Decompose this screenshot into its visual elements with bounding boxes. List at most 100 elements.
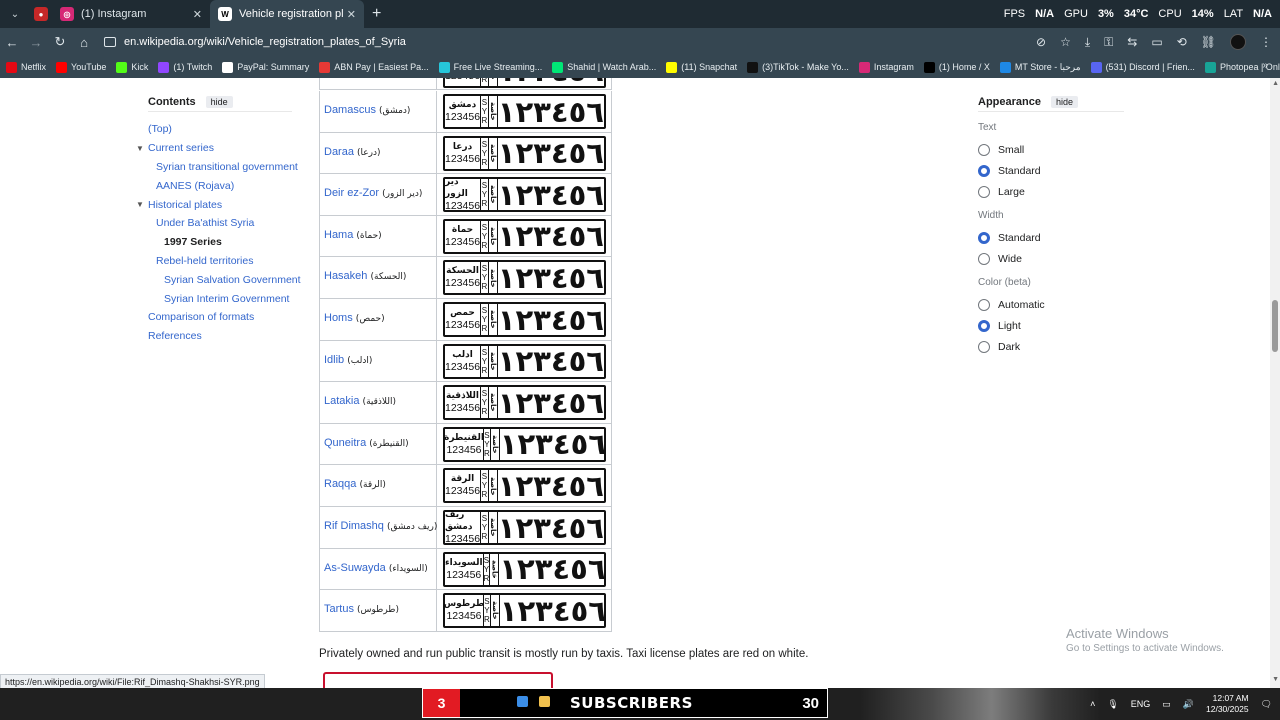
reload-icon[interactable]: ↻	[48, 34, 72, 50]
bookmark-item[interactable]: Instagram	[858, 61, 914, 73]
close-tab-icon[interactable]: ✕	[347, 8, 356, 21]
site-info-icon[interactable]	[104, 37, 116, 47]
governorate-link[interactable]: Tartus	[324, 603, 354, 615]
radio-button[interactable]	[978, 319, 990, 332]
start-icon[interactable]	[517, 696, 528, 707]
extension-icon[interactable]: ⚿	[1104, 35, 1113, 50]
scroll-up-icon[interactable]: ▲	[1272, 80, 1279, 87]
toc-item[interactable]: (Top)	[148, 120, 298, 139]
url-field[interactable]: en.wikipedia.org/wiki/Vehicle_registrati…	[104, 36, 406, 48]
toc-hide-button[interactable]: hide	[205, 96, 233, 108]
radio-option[interactable]: Light	[978, 315, 1124, 336]
radio-option[interactable]: Standard	[978, 227, 1124, 248]
scrollbar-thumb[interactable]	[1272, 300, 1278, 352]
toc-item[interactable]: 1997 Series	[148, 233, 298, 252]
license-plate-image[interactable]: حماة 123456 S Y R خاصة ١٢٣٤٥٦	[443, 218, 606, 254]
scroll-down-icon[interactable]: ▼	[1272, 676, 1279, 683]
bookmark-item[interactable]: Photopea | Online P...	[1204, 61, 1280, 73]
translate-icon[interactable]: ⇆	[1127, 35, 1137, 49]
scrollbar[interactable]	[1270, 78, 1280, 688]
bookmark-item[interactable]: YouTube	[56, 61, 106, 73]
radio-option[interactable]: Large	[978, 181, 1124, 202]
bookmark-item[interactable]: MT Store - مرحبا	[999, 61, 1081, 73]
profile-avatar[interactable]	[1230, 34, 1246, 50]
microphone-icon[interactable]: 🎙	[1107, 699, 1118, 710]
link-icon[interactable]: ⛓	[1201, 35, 1216, 49]
license-plate-image[interactable]: حمص 123456 S Y R خاصة ١٢٣٤٥٦	[443, 302, 606, 337]
radio-option[interactable]: Small	[978, 139, 1124, 160]
tab-search-chevron-icon[interactable]: ⌄	[4, 3, 26, 25]
file-explorer-icon[interactable]	[539, 696, 550, 707]
network-icon[interactable]: ▭	[1162, 699, 1171, 710]
close-tab-icon[interactable]: ✕	[193, 8, 202, 21]
radio-button[interactable]	[978, 164, 990, 177]
governorate-link[interactable]: Hasakeh	[324, 270, 367, 282]
toc-item[interactable]: ▼ Historical plates	[136, 195, 298, 214]
license-plate-image[interactable]: دمشق123456SYRخاصة١٢٣٤٥٦	[443, 94, 606, 129]
governorate-link[interactable]: Rif Dimashq	[324, 520, 384, 532]
more-bookmarks-icon[interactable]: »	[1262, 60, 1268, 71]
clock[interactable]: 12:07 AM 12/30/2025	[1206, 693, 1249, 715]
toc-item[interactable]: Rebel-held territories	[148, 252, 298, 271]
history-icon[interactable]: ⟲	[1177, 35, 1187, 49]
radio-option[interactable]: Dark	[978, 336, 1124, 357]
menu-icon[interactable]: ⋮	[1260, 35, 1272, 49]
chevron-down-icon[interactable]: ▼	[136, 144, 144, 153]
new-tab-icon[interactable]: +	[372, 5, 381, 23]
license-plate-image[interactable]: السويداء 123456 S Y R خاصة ١٢٣٤٥٦	[443, 551, 606, 587]
radio-button[interactable]	[978, 298, 990, 311]
governorate-link[interactable]: Homs	[324, 312, 353, 324]
forward-icon[interactable]: →	[24, 35, 48, 50]
governorate-link[interactable]: Raqqa	[324, 478, 356, 490]
bookmark-item[interactable]: (1) Home / X	[923, 61, 990, 73]
chevron-down-icon[interactable]: ▼	[136, 200, 144, 209]
home-icon[interactable]: ⌂	[72, 35, 96, 50]
bookmark-item[interactable]: (531) Discord | Frien...	[1090, 61, 1195, 73]
bookmark-item[interactable]: Free Live Streaming...	[438, 61, 542, 73]
notification-icon[interactable]: 🗨	[1261, 699, 1272, 710]
radio-button[interactable]	[978, 340, 990, 353]
license-plate-image[interactable]: اللاذقية 123456 S Y R خاصة ١٢٣٤٥٦	[443, 385, 606, 421]
radio-option[interactable]: Standard	[978, 160, 1124, 181]
radio-button[interactable]	[978, 231, 990, 244]
download-icon[interactable]: ⤓	[1085, 35, 1090, 50]
toc-item[interactable]: Comparison of formats	[148, 308, 298, 327]
radio-option[interactable]: Wide	[978, 248, 1124, 269]
governorate-link[interactable]: Idlib	[324, 354, 344, 366]
radio-button[interactable]	[978, 252, 990, 265]
bookmark-item[interactable]: PayPal: Summary	[222, 61, 309, 73]
bookmark-item[interactable]: (3)TikTok - Make Yo...	[747, 61, 849, 73]
governorate-link[interactable]: Deir ez-Zor	[324, 187, 379, 199]
toc-item[interactable]: Syrian Interim Government	[148, 289, 298, 308]
chevron-up-icon[interactable]: ˄	[1090, 699, 1095, 709]
license-plate-image[interactable]: دير الزور 123456 S Y R خاصة ١٢٣٤٥٦	[443, 177, 606, 213]
taxi-plate-image[interactable]	[323, 672, 553, 688]
bookmark-item[interactable]: ABN Pay | Easiest Pa...	[319, 61, 429, 73]
bookmark-item[interactable]: Shahid | Watch Arab...	[552, 61, 656, 73]
eye-off-icon[interactable]: ⊘	[1036, 35, 1046, 49]
volume-icon[interactable]: 🔊	[1183, 699, 1194, 710]
radio-button[interactable]	[978, 185, 990, 198]
license-plate-image[interactable]: ادلب 123456 S Y R خاصة ١٢٣٤٥٦	[443, 343, 606, 379]
license-plate-image[interactable]: الحسكة 123456 S Y R خاصة ١٢٣٤٥٦	[443, 260, 606, 296]
governorate-link[interactable]: Quneitra	[324, 437, 366, 449]
license-plate-image[interactable]: القنيطرة 123456 S Y R خاصة ١٢٣٤٥٦	[443, 426, 606, 462]
star-icon[interactable]: ☆	[1060, 35, 1071, 49]
toc-item[interactable]: ▼ Current series	[136, 139, 298, 158]
bookmark-item[interactable]: Netflix	[6, 61, 46, 73]
governorate-link[interactable]: As-Suwayda	[324, 562, 386, 574]
tab-instagram[interactable]: ◎ (1) Instagram ✕	[52, 0, 210, 28]
wallet-icon[interactable]: ▭	[1151, 35, 1162, 49]
radio-button[interactable]	[978, 143, 990, 156]
governorate-link[interactable]: Latakia	[324, 395, 359, 407]
language-indicator[interactable]: ENG	[1131, 699, 1151, 709]
bookmark-item[interactable]: (1) Twitch	[158, 61, 212, 73]
toc-item[interactable]: Syrian transitional government	[148, 158, 298, 177]
governorate-link[interactable]: Damascus	[324, 104, 376, 116]
license-plate-image[interactable]: طرطوس 123456 S Y R خاصة ١٢٣٤٥٦	[443, 593, 606, 629]
toc-item[interactable]: Syrian Salvation Government	[148, 270, 301, 289]
toc-item[interactable]: AANES (Rojava)	[148, 176, 298, 195]
license-plate-image[interactable]: ريف دمشق 123456 S Y R خاصة ١٢٣٤٥٦	[443, 510, 606, 545]
license-plate-image[interactable]: الرقة 123456 S Y R خاصة ١٢٣٤٥٦	[443, 468, 606, 504]
back-icon[interactable]: ←	[0, 35, 24, 50]
